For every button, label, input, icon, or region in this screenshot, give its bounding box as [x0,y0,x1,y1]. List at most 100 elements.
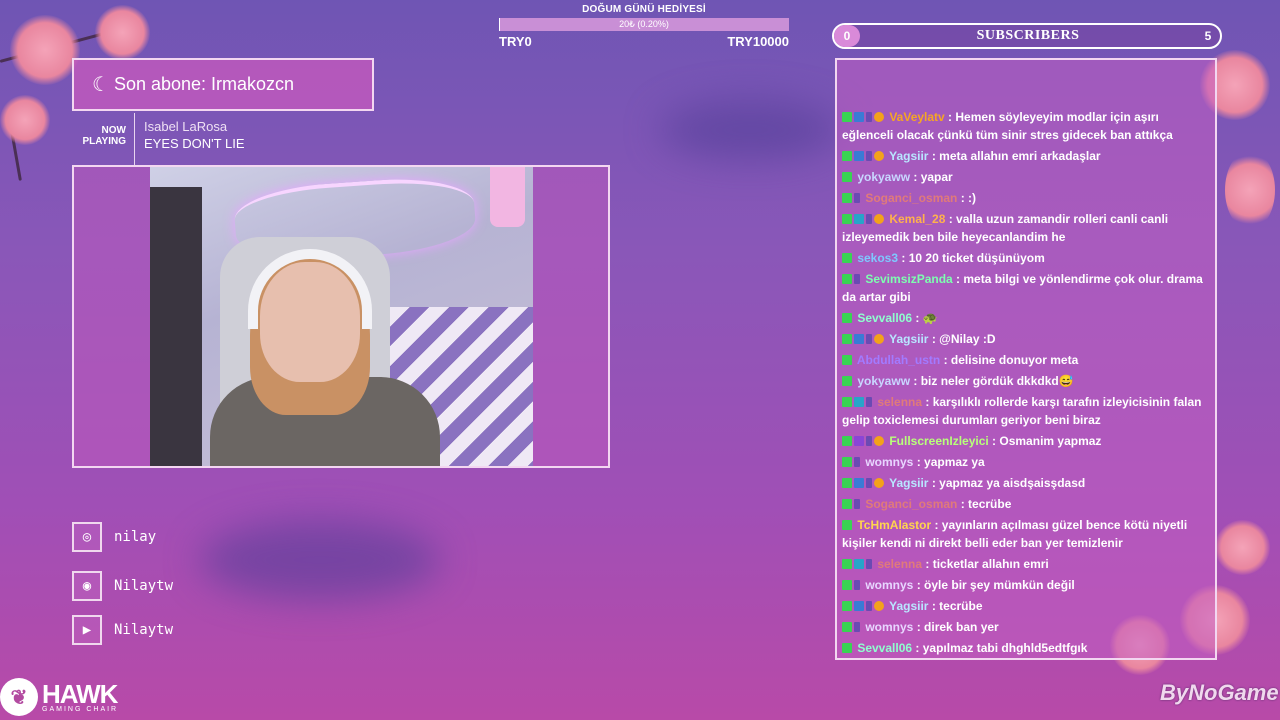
verified-badge-icon [854,112,864,122]
chat-message: Yagsiir : @Nilay :D [842,330,1209,348]
chat-text: : öyle bir şey mümkün değil [913,578,1075,592]
last-subscriber-text: Son abone: Irmakozcn [113,74,295,94]
chat-text: : @Nilay :D [928,332,996,346]
subscriber-badge-icon [854,274,860,284]
hawk-logo-text: HAWK [42,678,118,709]
chat-username[interactable]: Sevvall06 [854,641,912,655]
subscriber-badge-icon [866,151,872,161]
last-subscriber-banner: ☾ Son abone: Irmakozcn [72,58,374,111]
chat-message: womnys : direk ban yer [842,618,1209,636]
chat-message: Kemal_28 : valla uzun zamandir rolleri c… [842,210,1209,246]
chat-username[interactable]: TcHmAlastor [854,518,931,532]
blossom-flower [95,5,150,60]
gift-badge-icon [874,478,884,488]
verified-badge-icon [854,151,864,161]
hawk-logo-subtext: GAMING CHAIR [42,705,119,713]
chat-text: : direk ban yer [913,620,999,634]
chat-username[interactable]: selenna [874,395,922,409]
kick-badge-icon [842,499,852,509]
chat-username[interactable]: SevimsizPanda [862,272,952,286]
subscriber-badge-icon [854,499,860,509]
subscriber-badge-icon [866,478,872,488]
subscriber-badge-icon [854,580,860,590]
now-playing-label: NOW PLAYING [72,113,135,165]
moon-icon: ☾ [92,74,110,96]
chat-panel: VaVeylatv : Hemen söyleyeyim modlar için… [835,58,1217,660]
subscriber-badge-icon [854,457,860,467]
chat-username[interactable]: sekos3 [854,251,898,265]
chat-message: selenna : karşılıklı rollerde karşı tara… [842,393,1209,429]
blossom-flower [10,15,80,85]
chat-username[interactable]: Soganci_osman [862,497,957,511]
chat-username[interactable]: Abdullah_ustn [854,353,940,367]
kick-badge-icon [842,478,852,488]
chat-username[interactable]: Yagsiir [886,476,928,490]
crown-badge-icon [854,214,864,224]
chat-text: : tecrübe [957,497,1012,511]
chat-message: Yagsiir : tecrübe [842,597,1209,615]
background-cloud [200,520,440,600]
youtube-icon: ▶ [72,615,102,645]
subscriber-badge-icon [866,112,872,122]
donation-title: DOĞUM GÜNÜ HEDİYESİ [582,4,706,15]
chat-username[interactable]: Kemal_28 [886,212,945,226]
chat-message: TcHmAlastor : yayınların açılması güzel … [842,516,1209,552]
gift-badge-icon [874,112,884,122]
subscriber-badge-icon [866,214,872,224]
chat-username[interactable]: yokyaww [854,374,910,388]
kick-badge-icon [842,193,852,203]
chat-text: : yapmaz ya [913,455,985,469]
kick-badge-icon [842,622,852,632]
blossom-flower [0,95,50,145]
chat-message: Yagsiir : meta allahın emri arkadaşlar [842,147,1209,165]
chat-username[interactable]: Sevvall06 [854,311,912,325]
kick-badge-icon [842,520,852,530]
verified-badge-icon [854,334,864,344]
kick-badge-icon [842,436,852,446]
donation-goal-amount: TRY10000 [727,34,789,49]
chat-username[interactable]: womnys [862,455,913,469]
chat-username[interactable]: Yagsiir [886,332,928,346]
chat-text: : Osmanim yapmaz [988,434,1102,448]
kick-badge-icon [842,151,852,161]
chat-username[interactable]: Yagsiir [886,599,928,613]
chat-text: : yapılmaz tabi dhghld5edtfgık [912,641,1088,655]
donation-progress-bar: 20₺ (0.20%) [499,18,789,31]
chat-username[interactable]: womnys [862,620,913,634]
social-handle: Nilaytw [114,578,174,594]
subscribers-label: SUBSCRIBERS [976,28,1080,43]
chat-username[interactable]: FullscreenIzleyici [886,434,988,448]
chat-username[interactable]: Soganci_osman [862,191,957,205]
shelf [150,187,202,466]
social-handle: nilay [114,529,157,545]
social-instagram: ◉ Nilaytw [72,571,173,601]
kick-badge-icon [842,580,852,590]
subscriber-badge-icon [866,397,872,407]
now-playing-song: EYES DON'T LIE [144,136,245,151]
chat-username[interactable]: VaVeylatv [886,110,944,124]
social-handle: Nilaytw [114,622,174,638]
gift-badge-icon [874,151,884,161]
chat-message: Soganci_osman : :) [842,189,1209,207]
kick-badge-icon [842,274,852,284]
kick-badge-icon [842,214,852,224]
chat-username[interactable]: yokyaww [854,170,910,184]
webcam-frame [72,165,610,468]
chat-username[interactable]: womnys [862,578,913,592]
chat-message: selenna : ticketlar allahın emri [842,555,1209,573]
blossom-flower [1215,520,1270,575]
now-playing-label-line1: NOW [101,125,126,136]
chat-message: yokyaww : yapar [842,168,1209,186]
donation-goal: DOĞUM GÜNÜ HEDİYESİ 20₺ (0.20%) TRY0 TRY… [499,4,789,49]
lamp [490,167,525,227]
blossom-flower [1225,150,1275,230]
chat-text: : tecrübe [928,599,983,613]
now-playing-label-line2: PLAYING [82,136,126,147]
subscribers-goal: 0 SUBSCRIBERS 5 [832,23,1222,49]
subscriber-badge-icon [854,193,860,203]
chat-username[interactable]: Yagsiir [886,149,928,163]
chat-username[interactable]: selenna [874,557,922,571]
chat-message: Sevvall06 : 🐢 [842,309,1209,327]
vip-badge-icon [854,436,864,446]
verified-badge-icon [854,601,864,611]
